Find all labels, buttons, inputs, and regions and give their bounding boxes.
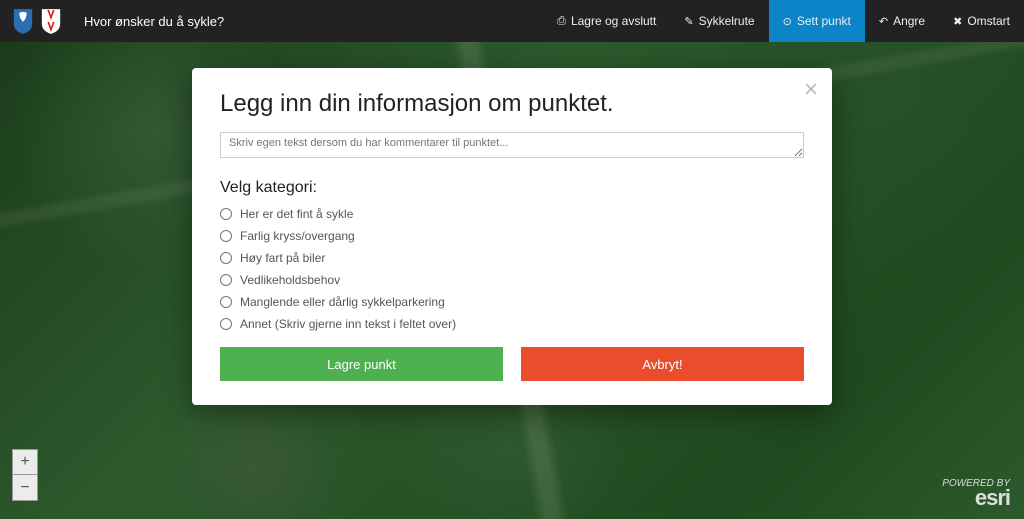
- zoom-out-button[interactable]: −: [12, 475, 38, 501]
- nav-set-point[interactable]: ⊙ Sett punkt: [769, 0, 865, 42]
- category-radio[interactable]: [220, 208, 232, 220]
- category-label: Høy fart på biler: [240, 251, 325, 265]
- category-label: Her er det fint å sykle: [240, 207, 353, 221]
- category-radio[interactable]: [220, 274, 232, 286]
- nav-restart[interactable]: ✖ Omstart: [939, 0, 1024, 42]
- category-option[interactable]: Høy fart på biler: [220, 251, 804, 265]
- category-radio[interactable]: [220, 230, 232, 242]
- category-heading: Velg kategori:: [220, 179, 804, 197]
- shield-icon-blue: [12, 7, 34, 35]
- save-point-button[interactable]: Lagre punkt: [220, 347, 503, 381]
- category-radio[interactable]: [220, 296, 232, 308]
- modal-title: Legg inn din informasjon om punktet.: [220, 90, 804, 118]
- zoom-in-button[interactable]: +: [12, 449, 38, 475]
- pencil-icon: ✎: [684, 15, 693, 28]
- shield-icon-red: [40, 7, 62, 35]
- esri-attribution: POWERED BY esri: [942, 478, 1010, 511]
- header-bar: Hvor ønsker du å sykle? ⎙ Lagre og avslu…: [0, 0, 1024, 42]
- category-option[interactable]: Her er det fint å sykle: [220, 207, 804, 221]
- category-label: Farlig kryss/overgang: [240, 229, 355, 243]
- category-radio[interactable]: [220, 252, 232, 264]
- close-icon: ✖: [953, 15, 962, 28]
- modal-actions: Lagre punkt Avbryt!: [220, 347, 804, 381]
- category-label: Annet (Skriv gjerne inn tekst i feltet o…: [240, 317, 456, 331]
- cancel-button[interactable]: Avbryt!: [521, 347, 804, 381]
- category-label: Vedlikeholdsbehov: [240, 273, 340, 287]
- category-label: Manglende eller dårlig sykkelparkering: [240, 295, 445, 309]
- category-option[interactable]: Farlig kryss/overgang: [220, 229, 804, 243]
- page-title: Hvor ønsker du å sykle?: [74, 0, 234, 42]
- comment-textarea[interactable]: [220, 132, 804, 158]
- nav-label: Sykkelrute: [699, 14, 755, 28]
- nav-undo[interactable]: ↶ Angre: [865, 0, 939, 42]
- nav-save-exit[interactable]: ⎙ Lagre og avslutt: [543, 0, 670, 42]
- zoom-control: + −: [12, 449, 38, 501]
- point-info-modal: × Legg inn din informasjon om punktet. V…: [192, 68, 832, 405]
- modal-close-button[interactable]: ×: [804, 78, 818, 102]
- category-option[interactable]: Vedlikeholdsbehov: [220, 273, 804, 287]
- logo-area: [0, 0, 74, 42]
- nav-label: Sett punkt: [797, 14, 851, 28]
- nav-label: Lagre og avslutt: [571, 14, 656, 28]
- save-icon: ⎙: [557, 15, 566, 28]
- nav-label: Angre: [893, 14, 925, 28]
- category-option[interactable]: Manglende eller dårlig sykkelparkering: [220, 295, 804, 309]
- pin-icon: ⊙: [783, 15, 792, 28]
- category-option[interactable]: Annet (Skriv gjerne inn tekst i feltet o…: [220, 317, 804, 331]
- undo-icon: ↶: [879, 15, 888, 28]
- category-radio[interactable]: [220, 318, 232, 330]
- nav-route[interactable]: ✎ Sykkelrute: [670, 0, 768, 42]
- nav-label: Omstart: [967, 14, 1010, 28]
